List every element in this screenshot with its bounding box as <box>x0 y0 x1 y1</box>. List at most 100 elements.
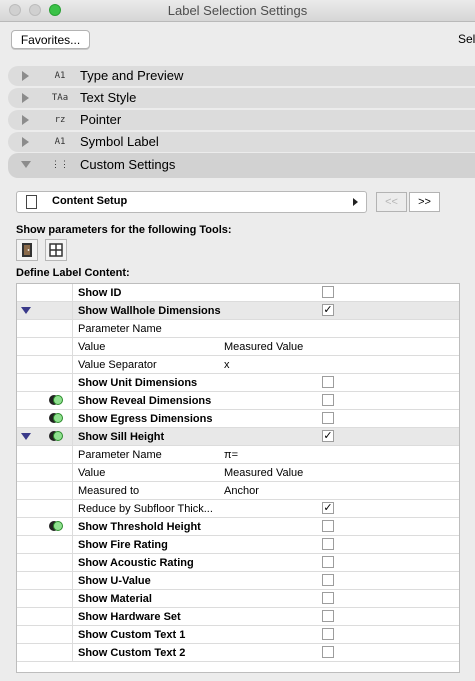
previous-button[interactable]: << <box>376 192 407 212</box>
door-icon <box>22 243 32 257</box>
row-value[interactable]: x <box>224 359 230 371</box>
table-row[interactable]: Show Material <box>17 590 459 608</box>
window-tool-button[interactable] <box>45 239 67 261</box>
row-control-cell <box>17 410 73 427</box>
row-name: Show Hardware Set <box>78 611 181 623</box>
table-row[interactable]: Show Sill Height ✓ <box>17 428 459 446</box>
list-icon <box>26 195 37 209</box>
row-value[interactable]: π= <box>224 449 238 461</box>
row-control-cell <box>17 338 73 355</box>
table-row[interactable]: Show Egress Dimensions <box>17 410 459 428</box>
section-symbol-label[interactable]: A1 Symbol Label <box>8 132 475 152</box>
door-tool-button[interactable] <box>16 239 38 261</box>
row-checkbox[interactable] <box>322 556 334 568</box>
row-checkbox[interactable] <box>322 520 334 532</box>
row-control-cell <box>17 608 73 625</box>
section-pointer[interactable]: rz Pointer <box>8 110 475 130</box>
link-toggle-icon[interactable] <box>49 395 63 406</box>
row-checkbox[interactable] <box>322 646 334 658</box>
table-row[interactable]: Measured to Anchor <box>17 482 459 500</box>
link-toggle-icon[interactable] <box>49 413 63 424</box>
table-row[interactable]: Show Hardware Set <box>17 608 459 626</box>
row-name: Measured to <box>78 485 140 497</box>
row-checkbox[interactable] <box>322 610 334 622</box>
row-name: Show Custom Text 2 <box>78 647 186 659</box>
row-value[interactable]: Measured Value <box>224 467 303 479</box>
row-control-cell <box>17 356 73 373</box>
table-row[interactable]: Parameter Name <box>17 320 459 338</box>
table-row[interactable]: Value Measured Value <box>17 338 459 356</box>
table-row[interactable]: Show Acoustic Rating <box>17 554 459 572</box>
row-name: Show Acoustic Rating <box>78 557 194 569</box>
section-label: Text Style <box>80 90 137 105</box>
table-row[interactable]: Value Measured Value <box>17 464 459 482</box>
row-control-cell <box>17 464 73 481</box>
disclosure-arrow-icon[interactable] <box>22 137 29 147</box>
table-row[interactable]: Show Custom Text 1 <box>17 626 459 644</box>
disclosure-arrow-icon[interactable] <box>22 115 29 125</box>
disclosure-arrow-expanded-icon[interactable] <box>21 161 31 168</box>
section-custom-settings[interactable]: ⋮⋮ Custom Settings <box>8 153 475 178</box>
favorites-button[interactable]: Favorites... <box>11 30 90 49</box>
disclosure-arrow-icon[interactable] <box>22 71 29 81</box>
dropdown-label: Content Setup <box>52 195 128 207</box>
caret-right-icon <box>353 198 358 206</box>
section-label: Type and Preview <box>80 68 184 83</box>
pointer-icon: rz <box>54 115 66 125</box>
row-checkbox[interactable] <box>322 574 334 586</box>
row-checkbox[interactable] <box>322 394 334 406</box>
row-checkbox[interactable] <box>322 376 334 388</box>
row-control-cell <box>17 590 73 607</box>
toolbar-right-text: Sel <box>458 32 475 46</box>
table-row[interactable]: Show U-Value <box>17 572 459 590</box>
label-content-table: Show ID Show Wallhole Dimensions ✓ Paramete… <box>16 283 460 673</box>
table-row[interactable]: Parameter Name π= <box>17 446 459 464</box>
row-checkbox[interactable] <box>322 592 334 604</box>
section-text-style[interactable]: TAa Text Style <box>8 88 475 108</box>
row-checkbox[interactable]: ✓ <box>322 304 334 316</box>
next-button[interactable]: >> <box>409 192 440 212</box>
row-name: Parameter Name <box>78 449 162 461</box>
row-checkbox[interactable] <box>322 286 334 298</box>
table-row[interactable]: Show Threshold Height <box>17 518 459 536</box>
table-row[interactable]: Value Separator x <box>17 356 459 374</box>
row-control-cell <box>17 428 73 445</box>
section-type-and-preview[interactable]: A1 Type and Preview <box>8 66 475 86</box>
window-title: Label Selection Settings <box>167 3 308 18</box>
table-row[interactable]: Show Fire Rating <box>17 536 459 554</box>
row-control-cell <box>17 626 73 643</box>
row-checkbox[interactable] <box>322 538 334 550</box>
table-row[interactable]: Show ID <box>17 284 459 302</box>
symbol-label-icon: A1 <box>54 137 66 147</box>
row-checkbox[interactable]: ✓ <box>322 502 334 514</box>
row-control-cell <box>17 302 73 319</box>
row-control-cell <box>17 644 73 661</box>
title-bar: Label Selection Settings <box>0 0 475 22</box>
row-name: Show U-Value <box>78 575 151 587</box>
row-control-cell <box>17 536 73 553</box>
expand-triangle-icon[interactable] <box>21 307 31 314</box>
table-row[interactable]: Reduce by Subfloor Thick... ✓ <box>17 500 459 518</box>
expand-triangle-icon[interactable] <box>21 433 31 440</box>
disclosure-arrow-icon[interactable] <box>22 93 29 103</box>
link-toggle-icon[interactable] <box>49 431 63 442</box>
row-name: Show Wallhole Dimensions <box>78 305 221 317</box>
table-row[interactable]: Show Reveal Dimensions <box>17 392 459 410</box>
tools-heading: Show parameters for the following Tools: <box>16 224 232 236</box>
content-setup-dropdown[interactable]: Content Setup <box>16 191 367 213</box>
row-name: Show Sill Height <box>78 431 165 443</box>
row-control-cell <box>17 392 73 409</box>
row-control-cell <box>17 284 73 301</box>
row-value[interactable]: Anchor <box>224 485 259 497</box>
link-toggle-icon[interactable] <box>49 521 63 532</box>
table-row[interactable]: Show Wallhole Dimensions ✓ <box>17 302 459 320</box>
row-name: Show Custom Text 1 <box>78 629 186 641</box>
row-value[interactable]: Measured Value <box>224 341 303 353</box>
row-checkbox[interactable] <box>322 412 334 424</box>
table-row[interactable]: Show Unit Dimensions <box>17 374 459 392</box>
row-control-cell <box>17 482 73 499</box>
row-name: Show Material <box>78 593 152 605</box>
row-checkbox[interactable]: ✓ <box>322 430 334 442</box>
row-checkbox[interactable] <box>322 628 334 640</box>
table-row[interactable]: Show Custom Text 2 <box>17 644 459 662</box>
